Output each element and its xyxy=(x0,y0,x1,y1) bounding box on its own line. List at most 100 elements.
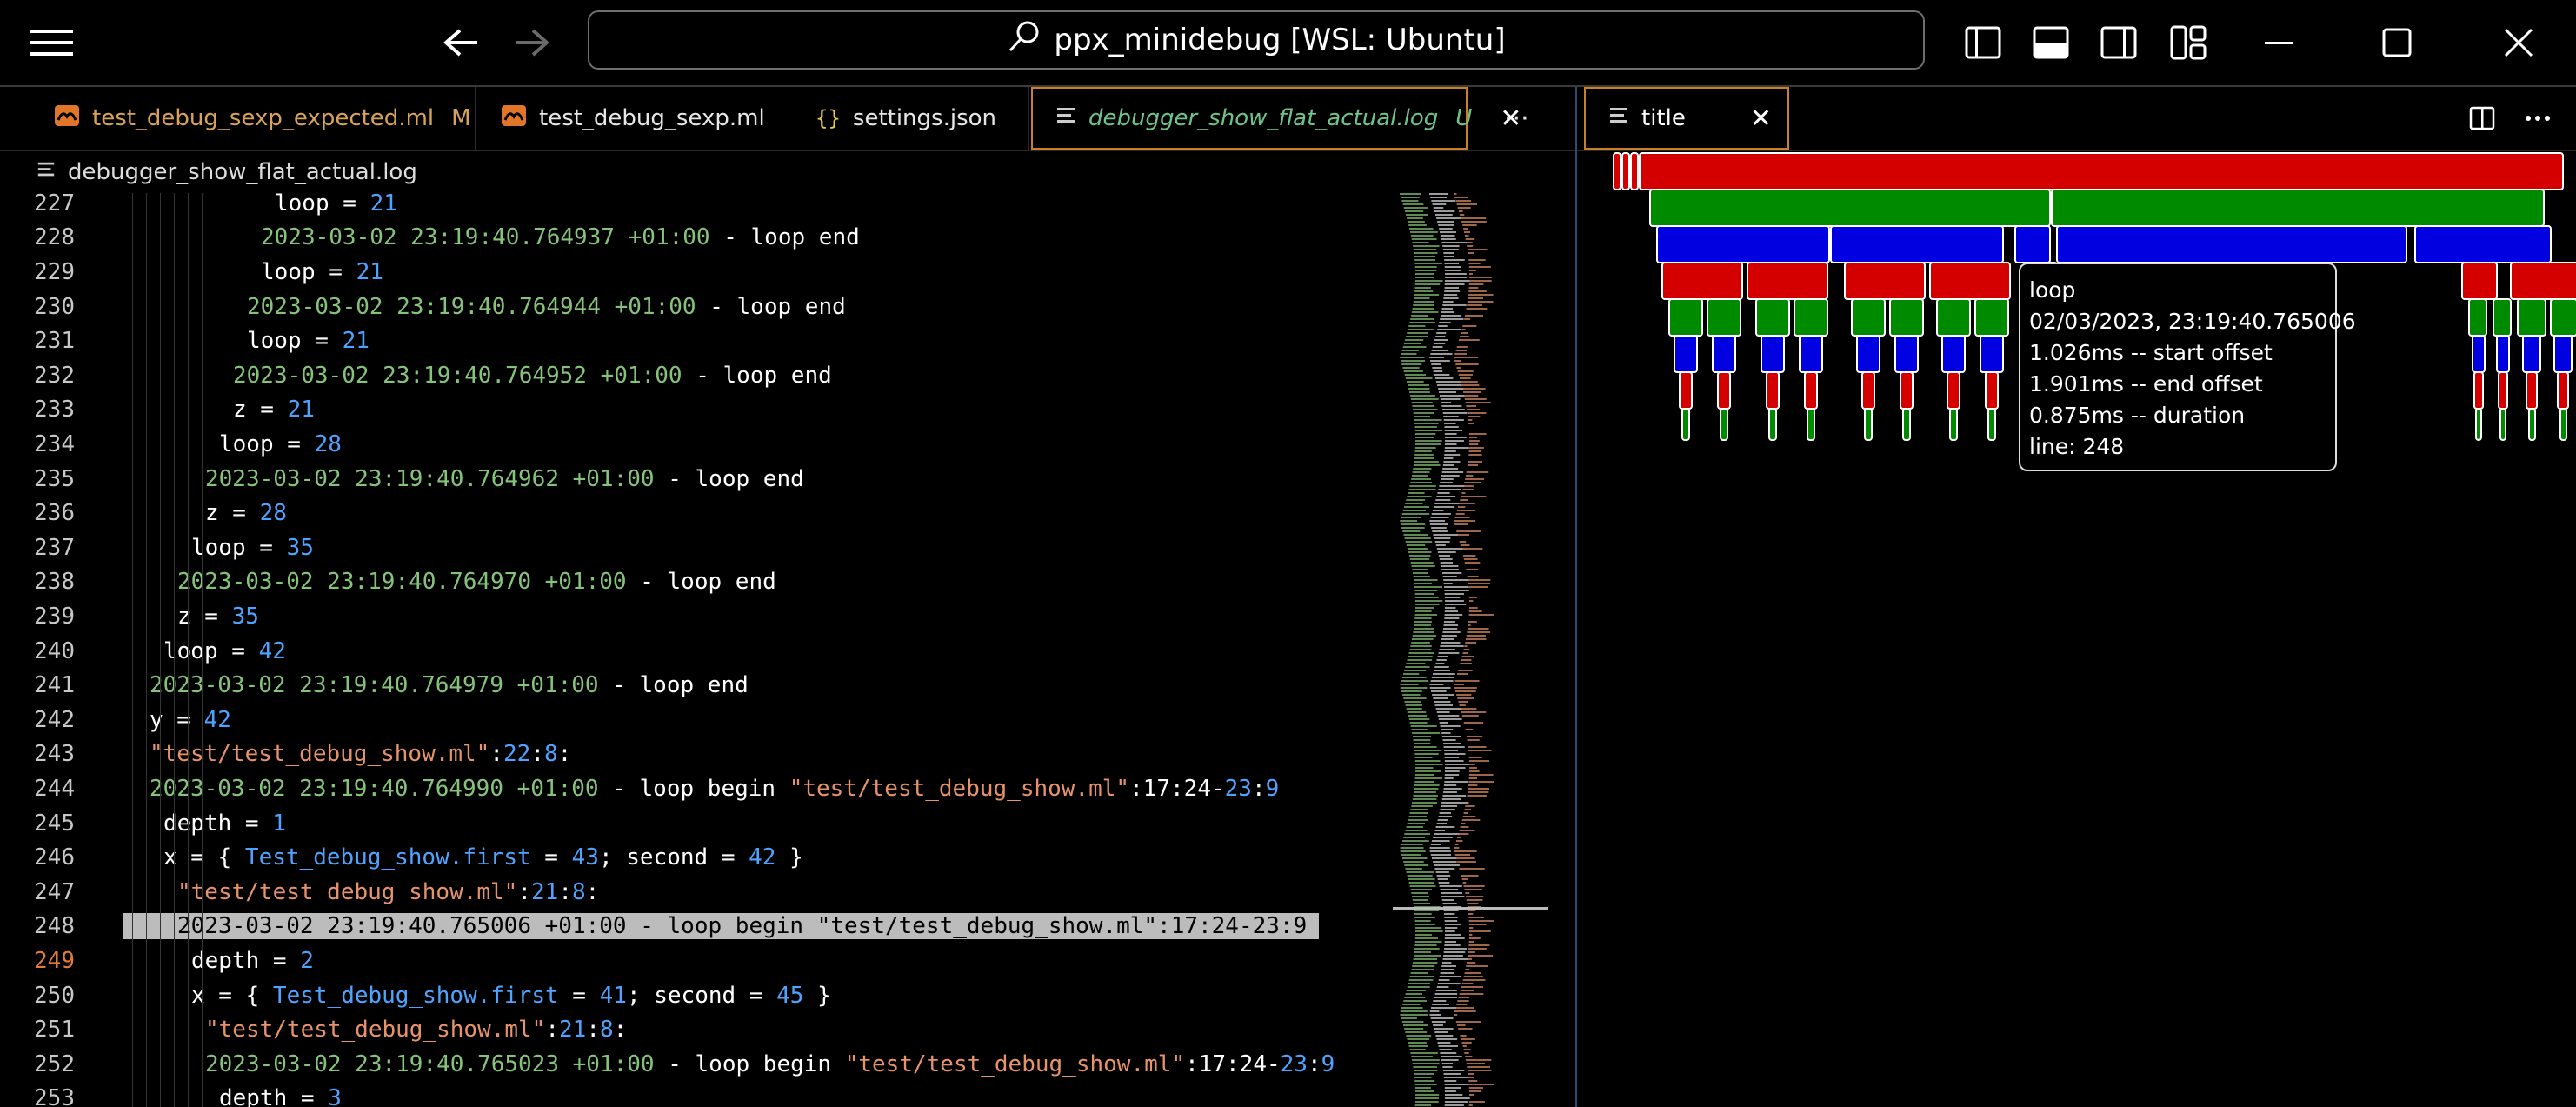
tab-test-debug-sexp-expected[interactable]: test_debug_sexp_expected.ml M xyxy=(31,87,476,150)
code-line[interactable]: 230 2023-03-02 23:19:40.764944 +01:00 - l… xyxy=(0,290,1400,324)
flame-frame[interactable] xyxy=(1766,371,1780,410)
code-line[interactable]: 248 2023-03-02 23:19:40.765006 +01:00 - l… xyxy=(0,910,1400,944)
code-line[interactable]: 237 loop = 35 xyxy=(0,530,1400,565)
code-line[interactable]: 233 z = 21 xyxy=(0,393,1400,428)
tab-settings-json[interactable]: {} settings.json xyxy=(793,87,1029,150)
back-arrow-icon[interactable] xyxy=(431,12,492,73)
maximize-icon[interactable] xyxy=(2366,12,2427,73)
flame-frame[interactable] xyxy=(2557,371,2569,410)
split-editor-icon[interactable] xyxy=(2460,90,2504,146)
code-line[interactable]: 243 "test/test_debug_show.ml":22:8: xyxy=(0,737,1400,772)
flame-frame[interactable] xyxy=(1830,225,2004,263)
customize-layout-icon[interactable] xyxy=(2158,12,2219,73)
code-line[interactable]: 227 loop = 21 xyxy=(0,193,1400,221)
flame-frame[interactable] xyxy=(2526,371,2538,410)
flame-frame[interactable] xyxy=(2498,371,2508,410)
flame-frame[interactable] xyxy=(1794,298,1828,337)
flame-frame[interactable] xyxy=(1661,262,1743,300)
code-line[interactable]: 231 loop = 21 xyxy=(0,323,1400,358)
flame-frame[interactable] xyxy=(1856,335,1880,373)
flame-frame[interactable] xyxy=(1747,262,1828,300)
flame-frame[interactable] xyxy=(1980,335,2004,373)
code-line[interactable]: 250 x = { Test_debug_show.first = 41; sec… xyxy=(0,978,1400,1013)
command-center-search[interactable]: ppx_minidebug [WSL: Ubuntu] xyxy=(588,10,1925,70)
minimap[interactable] xyxy=(1393,193,1548,1107)
toggle-panel-icon[interactable] xyxy=(2020,12,2081,73)
code-line[interactable]: 232 2023-03-02 23:19:40.764952 +01:00 - l… xyxy=(0,358,1400,393)
flame-frame[interactable] xyxy=(1707,298,1741,337)
flame-frame[interactable] xyxy=(1649,189,2051,227)
flame-frame[interactable] xyxy=(2493,298,2512,337)
code-editor[interactable]: 227 loop = 21 228 2023-03-02 23:19:40.76493… xyxy=(0,193,1574,1107)
flame-frame[interactable] xyxy=(1929,262,2011,300)
flame-frame[interactable] xyxy=(2475,408,2482,441)
flame-frame[interactable] xyxy=(1987,408,1996,441)
flame-frame[interactable] xyxy=(2414,225,2552,263)
flame-frame[interactable] xyxy=(2496,335,2510,373)
more-actions-icon[interactable] xyxy=(2516,90,2559,146)
flame-frame[interactable] xyxy=(1804,371,1818,410)
flame-frame[interactable] xyxy=(1807,408,1815,441)
code-line[interactable]: 239 z = 35 xyxy=(0,599,1400,634)
flame-frame[interactable] xyxy=(1761,335,1785,373)
code-line[interactable]: 241 2023-03-02 23:19:40.764979 +01:00 - l… xyxy=(0,668,1400,703)
flame-frame[interactable] xyxy=(1681,408,1690,441)
code-line[interactable]: 244 2023-03-02 23:19:40.764990 +01:00 - l… xyxy=(0,771,1400,806)
flame-frame[interactable] xyxy=(1768,408,1777,441)
flame-frame[interactable] xyxy=(2472,335,2486,373)
flame-frame[interactable] xyxy=(2550,298,2576,337)
code-line[interactable]: 240 loop = 42 xyxy=(0,634,1400,669)
flame-frame[interactable] xyxy=(2468,298,2487,337)
code-line[interactable]: 253 depth = 3 xyxy=(0,1082,1400,1107)
flame-frame[interactable] xyxy=(1679,371,1693,410)
flame-frame[interactable] xyxy=(2473,371,2484,410)
flame-frame[interactable] xyxy=(1947,371,1960,410)
flame-frame[interactable] xyxy=(1936,298,1971,337)
more-tabs-button[interactable]: ··· xyxy=(1478,87,1575,150)
code-line[interactable]: 242 y = 42 xyxy=(0,703,1400,737)
flame-frame[interactable] xyxy=(2553,335,2573,373)
flame-frame[interactable] xyxy=(1889,298,1924,337)
code-line[interactable]: 229 loop = 21 xyxy=(0,255,1400,290)
flame-frame[interactable] xyxy=(2461,262,2498,300)
flame-frame[interactable] xyxy=(1851,298,1886,337)
flame-frame[interactable] xyxy=(1621,152,1630,190)
flame-frame[interactable] xyxy=(1668,298,1703,337)
flame-frame[interactable] xyxy=(1799,335,1823,373)
flame-frame[interactable] xyxy=(1630,152,1639,190)
flame-frame[interactable] xyxy=(1949,408,1958,441)
flame-frame[interactable] xyxy=(1844,262,1926,300)
flame-frame[interactable] xyxy=(1902,408,1911,441)
flame-frame[interactable] xyxy=(1613,152,1621,190)
flame-frame[interactable] xyxy=(1712,335,1736,373)
flame-frame[interactable] xyxy=(1985,371,1999,410)
flame-frame[interactable] xyxy=(1864,408,1873,441)
flame-frame[interactable] xyxy=(1720,408,1728,441)
flame-frame[interactable] xyxy=(1674,335,1698,373)
flame-frame[interactable] xyxy=(1861,371,1875,410)
flame-frame[interactable] xyxy=(2510,262,2576,300)
tab-title-webview[interactable]: title ✕ xyxy=(1584,87,1789,150)
flame-frame[interactable] xyxy=(1974,298,2009,337)
code-line[interactable]: 246 x = { Test_debug_show.first = 43; sec… xyxy=(0,840,1400,875)
code-line[interactable]: 235 2023-03-02 23:19:40.764962 +01:00 - l… xyxy=(0,462,1400,497)
tab-close-icon[interactable]: ✕ xyxy=(1750,103,1772,134)
flame-frame[interactable] xyxy=(1656,225,1830,263)
flame-frame[interactable] xyxy=(2517,298,2546,337)
code-line[interactable]: 234 loop = 28 xyxy=(0,427,1400,462)
flame-frame[interactable] xyxy=(2014,225,2051,263)
flame-frame[interactable] xyxy=(1900,371,1914,410)
code-line[interactable]: 252 2023-03-02 23:19:40.765023 +01:00 - l… xyxy=(0,1047,1400,1082)
code-line[interactable]: 251 "test/test_debug_show.ml":21:8: xyxy=(0,1012,1400,1047)
toggle-primary-sidebar-icon[interactable] xyxy=(1953,12,2014,73)
code-line[interactable]: 236 z = 28 xyxy=(0,496,1400,530)
flame-frame[interactable] xyxy=(2051,189,2545,227)
flame-frame[interactable] xyxy=(1755,298,1790,337)
flame-frame[interactable] xyxy=(2559,408,2567,441)
menu-icon[interactable] xyxy=(21,12,82,73)
close-icon[interactable] xyxy=(2488,12,2549,73)
flame-frame[interactable] xyxy=(1941,335,1966,373)
flame-frame[interactable] xyxy=(1717,371,1731,410)
flame-frame[interactable] xyxy=(1639,152,2564,190)
breadcrumb[interactable]: debugger_show_flat_actual.log xyxy=(0,151,1574,193)
